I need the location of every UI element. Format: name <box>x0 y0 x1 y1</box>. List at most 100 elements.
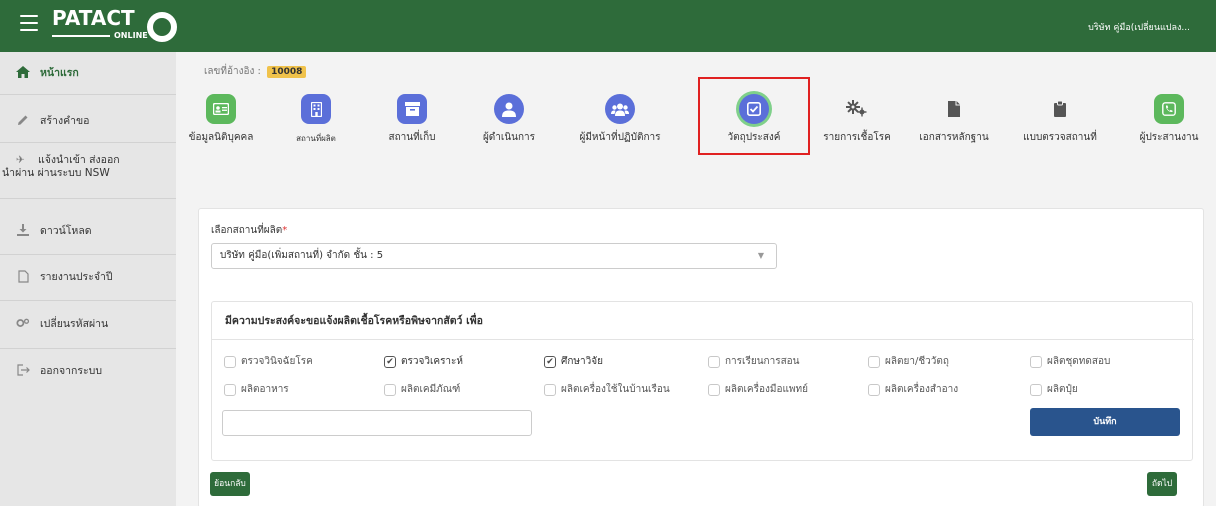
checkbox-teaching[interactable]: การเรียนการสอน <box>708 354 800 369</box>
sidebar-item-import-export[interactable]: ✈ แจ้งนำเข้า ส่งออก นำผ่าน ผ่านระบบ NSW <box>0 154 176 180</box>
archive-icon <box>397 94 427 124</box>
sidebar: หน้าแรก สร้างคำขอ ✈ แจ้งนำเข้า ส่งออก นำผ… <box>0 52 176 506</box>
step-label: ผู้ประสานงาน <box>1139 132 1199 143</box>
sidebar-item-home[interactable]: หน้าแรก <box>0 64 176 80</box>
checkbox-label: ผลิตเคมีภัณฑ์ <box>401 384 461 395</box>
sidebar-divider <box>0 94 176 95</box>
cogs-icon <box>16 316 30 330</box>
checkbox-label: ผลิตเครื่องสำอาง <box>885 384 959 395</box>
file-icon <box>16 269 30 283</box>
step-label: ผู้มีหน้าที่ปฏิบัติการ <box>579 132 661 143</box>
chevron-down-icon: ▼ <box>757 251 764 260</box>
checkbox-box <box>384 383 396 396</box>
checkbox-diagnosis[interactable]: ตรวจวินิจฉัยโรค <box>224 354 313 369</box>
id-card-icon <box>206 94 236 124</box>
download-icon <box>16 223 30 237</box>
company-name[interactable]: บริษัท คู่มือ(เปลี่ยนแปลง... <box>1088 20 1190 34</box>
step-label: ข้อมูลนิติบุคคล <box>188 132 254 143</box>
checkbox-box <box>224 355 236 368</box>
checkbox-medical-devices[interactable]: ผลิตเครื่องมือแพทย์ <box>708 382 808 397</box>
checkbox-label: ผลิตยา/ชีววัตถุ <box>885 356 949 367</box>
checkbox-label: ผลิตอาหาร <box>241 384 289 395</box>
step-label: ผู้ดำเนินการ <box>482 132 536 143</box>
other-purpose-input[interactable] <box>222 410 532 436</box>
sidebar-item-create-request[interactable]: สร้างคำขอ <box>0 112 176 128</box>
step-label: แบบตรวจสถานที่ <box>1023 132 1097 143</box>
required-mark: * <box>282 225 288 236</box>
step-label: เอกสารหลักฐาน <box>919 132 989 143</box>
site-select-label-text: เลือกสถานที่ผลิต <box>211 225 283 236</box>
checkbox-label: ผลิตเครื่องมือแพทย์ <box>725 384 808 395</box>
checkbox-label: ตรวจวิเคราะห์ <box>401 356 464 367</box>
step-coordinator[interactable]: ผู้ประสานงาน <box>1126 94 1212 154</box>
step-production-site[interactable]: สถานที่ผลิต <box>280 94 352 154</box>
checkbox-box <box>708 355 720 368</box>
menu-toggle-icon[interactable] <box>20 15 38 31</box>
step-label: รายการเชื้อโรค <box>823 132 891 143</box>
checkbox-fertilizer[interactable]: ผลิตปุ๋ย <box>1030 382 1078 397</box>
checkbox-box <box>708 383 720 396</box>
step-operator[interactable]: ผู้ดำเนินการ <box>468 94 550 154</box>
sidebar-item-change-password[interactable]: เปลี่ยนรหัสผ่าน <box>0 315 176 331</box>
checkbox-label: ผลิตเครื่องใช้ในบ้านเรือน <box>561 384 670 395</box>
step-documents[interactable]: เอกสารหลักฐาน <box>912 94 996 154</box>
user-icon <box>494 94 524 124</box>
building-icon <box>301 94 331 124</box>
back-button[interactable]: ย้อนกลับ <box>210 472 250 496</box>
step-label: สถานที่ผลิต <box>296 134 336 143</box>
patact-logo[interactable]: PATACT ONLINE <box>52 8 177 44</box>
top-navbar: PATACT ONLINE บริษัท คู่มือ(เปลี่ยนแปลง.… <box>0 0 1216 52</box>
checkbox-box <box>1030 355 1042 368</box>
phone-icon <box>1154 94 1184 124</box>
sidebar-divider <box>0 142 176 143</box>
logo-subtext: ONLINE <box>114 31 148 40</box>
sidebar-item-label: แจ้งนำเข้า ส่งออก <box>38 154 120 166</box>
sidebar-item-label: สร้างคำขอ <box>40 114 90 127</box>
step-company-info[interactable]: ข้อมูลนิติบุคคล <box>176 94 266 154</box>
checkbox-research[interactable]: ✔ ศึกษาวิจัย <box>544 354 603 369</box>
checkbox-label: การเรียนการสอน <box>725 356 800 367</box>
purpose-title: มีความประสงค์จะขอแจ้งผลิตเชื้อโรคหรือพิษ… <box>212 302 1194 340</box>
logo-underline <box>52 35 110 37</box>
save-button[interactable]: บันทึก <box>1030 408 1180 436</box>
cogs-icon <box>842 94 872 124</box>
checkmark-icon: ✔ <box>384 355 396 368</box>
sidebar-item-label: เปลี่ยนรหัสผ่าน <box>40 317 109 330</box>
checkbox-food[interactable]: ผลิตอาหาร <box>224 382 289 397</box>
sidebar-divider <box>0 198 176 199</box>
checkbox-household[interactable]: ผลิตเครื่องใช้ในบ้านเรือน <box>544 382 670 397</box>
checkbox-box <box>1030 383 1042 396</box>
sidebar-item-label: ดาวน์โหลด <box>40 224 92 237</box>
checkbox-test-kits[interactable]: ผลิตชุดทดสอบ <box>1030 354 1110 369</box>
step-responsible-persons[interactable]: ผู้มีหน้าที่ปฏิบัติการ <box>560 94 680 154</box>
checkbox-label: ตรวจวินิจฉัยโรค <box>241 356 313 367</box>
sidebar-item-download[interactable]: ดาวน์โหลด <box>0 222 176 238</box>
checkbox-box <box>868 383 880 396</box>
sidebar-item-logout[interactable]: ออกจากระบบ <box>0 362 176 378</box>
sidebar-item-label: หน้าแรก <box>40 66 79 79</box>
step-site-inspection[interactable]: แบบตรวจสถานที่ <box>1012 94 1108 154</box>
step-storage-site[interactable]: สถานที่เก็บ <box>372 94 452 154</box>
next-button[interactable]: ถัดไป <box>1147 472 1177 496</box>
home-icon <box>16 65 30 79</box>
step-label: สถานที่เก็บ <box>388 132 436 143</box>
checkbox-chemicals[interactable]: ผลิตเคมีภัณฑ์ <box>384 382 460 397</box>
reference-badge: 10008 <box>267 66 307 78</box>
main-content: เลขที่อ้างอิง : 10008 ข้อมูลนิติบุคคล สถ… <box>176 52 1216 506</box>
sidebar-item-annual-report[interactable]: รายงานประจำปี <box>0 268 176 284</box>
sidebar-divider <box>0 348 176 349</box>
checkbox-label: ศึกษาวิจัย <box>561 356 603 367</box>
production-site-select[interactable]: บริษัท คู่มือ(เพิ่มสถานที่) จำกัด ชั้น :… <box>211 243 777 269</box>
reference-number: เลขที่อ้างอิง : 10008 <box>204 64 307 79</box>
production-site-value: บริษัท คู่มือ(เพิ่มสถานที่) จำกัด ชั้น :… <box>220 250 384 261</box>
current-step-highlight <box>698 77 810 155</box>
purpose-checkbox-card: มีความประสงค์จะขอแจ้งผลิตเชื้อโรคหรือพิษ… <box>211 301 1194 461</box>
checkbox-drugs-biologics[interactable]: ผลิตยา/ชีววัตถุ <box>868 354 949 369</box>
checkbox-box <box>868 355 880 368</box>
sidebar-item-label: ออกจากระบบ <box>40 364 102 377</box>
checkbox-label: ผลิตปุ๋ย <box>1047 384 1078 395</box>
step-pathogen-list[interactable]: รายการเชื้อโรค <box>816 94 898 154</box>
sidebar-divider <box>0 300 176 301</box>
checkbox-analysis[interactable]: ✔ ตรวจวิเคราะห์ <box>384 354 463 369</box>
checkbox-cosmetics[interactable]: ผลิตเครื่องสำอาง <box>868 382 958 397</box>
